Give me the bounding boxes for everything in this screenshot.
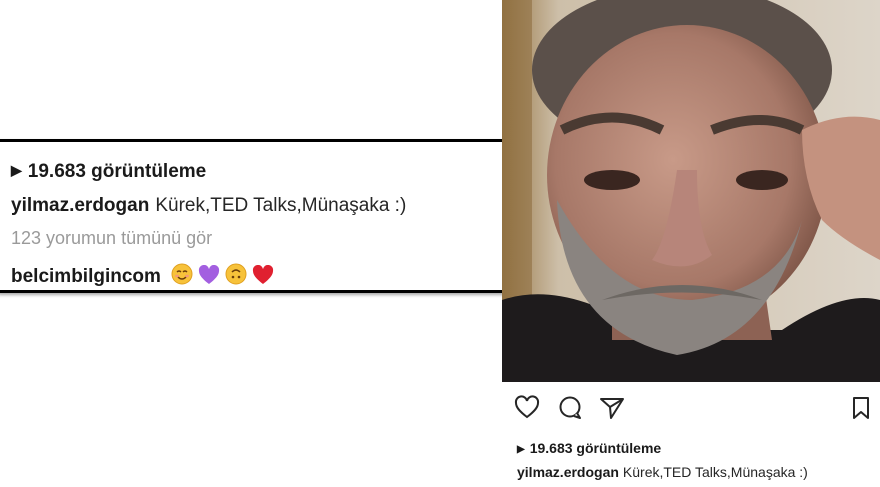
caption-text: Kürek,TED Talks,Münaşaka :) [155,195,407,216]
smiling-face-emoji [171,263,193,291]
comment: belcimbilgincom [11,263,274,291]
post-caption-text: Kürek,TED Talks,Münaşaka :) [622,464,808,480]
comment-icon[interactable] [557,395,583,421]
zoomed-caption-box: ▶ 19.683 görüntüleme yilmaz.erdogan Kürek,… [0,139,522,293]
video-frame[interactable] [502,0,880,382]
view-count-text: 19.683 görüntüleme [27,161,207,182]
play-icon: ▶ [517,444,525,455]
view-all-comments-link[interactable]: 123 yorumun tümünü gör [11,228,212,249]
upside-down-face-emoji [225,263,247,291]
purple-heart-emoji [198,264,220,291]
comment-username[interactable]: belcimbilgincom [11,266,161,287]
heart-icon[interactable] [514,395,540,421]
post-view-count-text: 19.683 görüntüleme [529,440,662,456]
share-icon[interactable] [599,395,625,421]
post-caption: yilmaz.erdogan Kürek,TED Talks,Münaşaka :… [11,195,406,217]
post-username[interactable]: yilmaz.erdogan [517,464,619,480]
red-heart-emoji [252,264,274,291]
post-caption-small: yilmaz.erdogan Kürek,TED Talks,Münaşaka :… [517,464,808,480]
play-icon: ▶ [11,162,22,178]
post-actions-bar [502,382,880,432]
post-view-count: ▶ 19.683 görüntüleme [517,440,661,456]
caption-username[interactable]: yilmaz.erdogan [11,195,149,216]
instagram-post: ▶ 19.683 görüntüleme yilmaz.erdogan Kürek,… [502,0,880,487]
bookmark-icon[interactable] [848,395,874,421]
video-still-image [502,0,880,382]
view-count: ▶ 19.683 görüntüleme [11,161,206,183]
